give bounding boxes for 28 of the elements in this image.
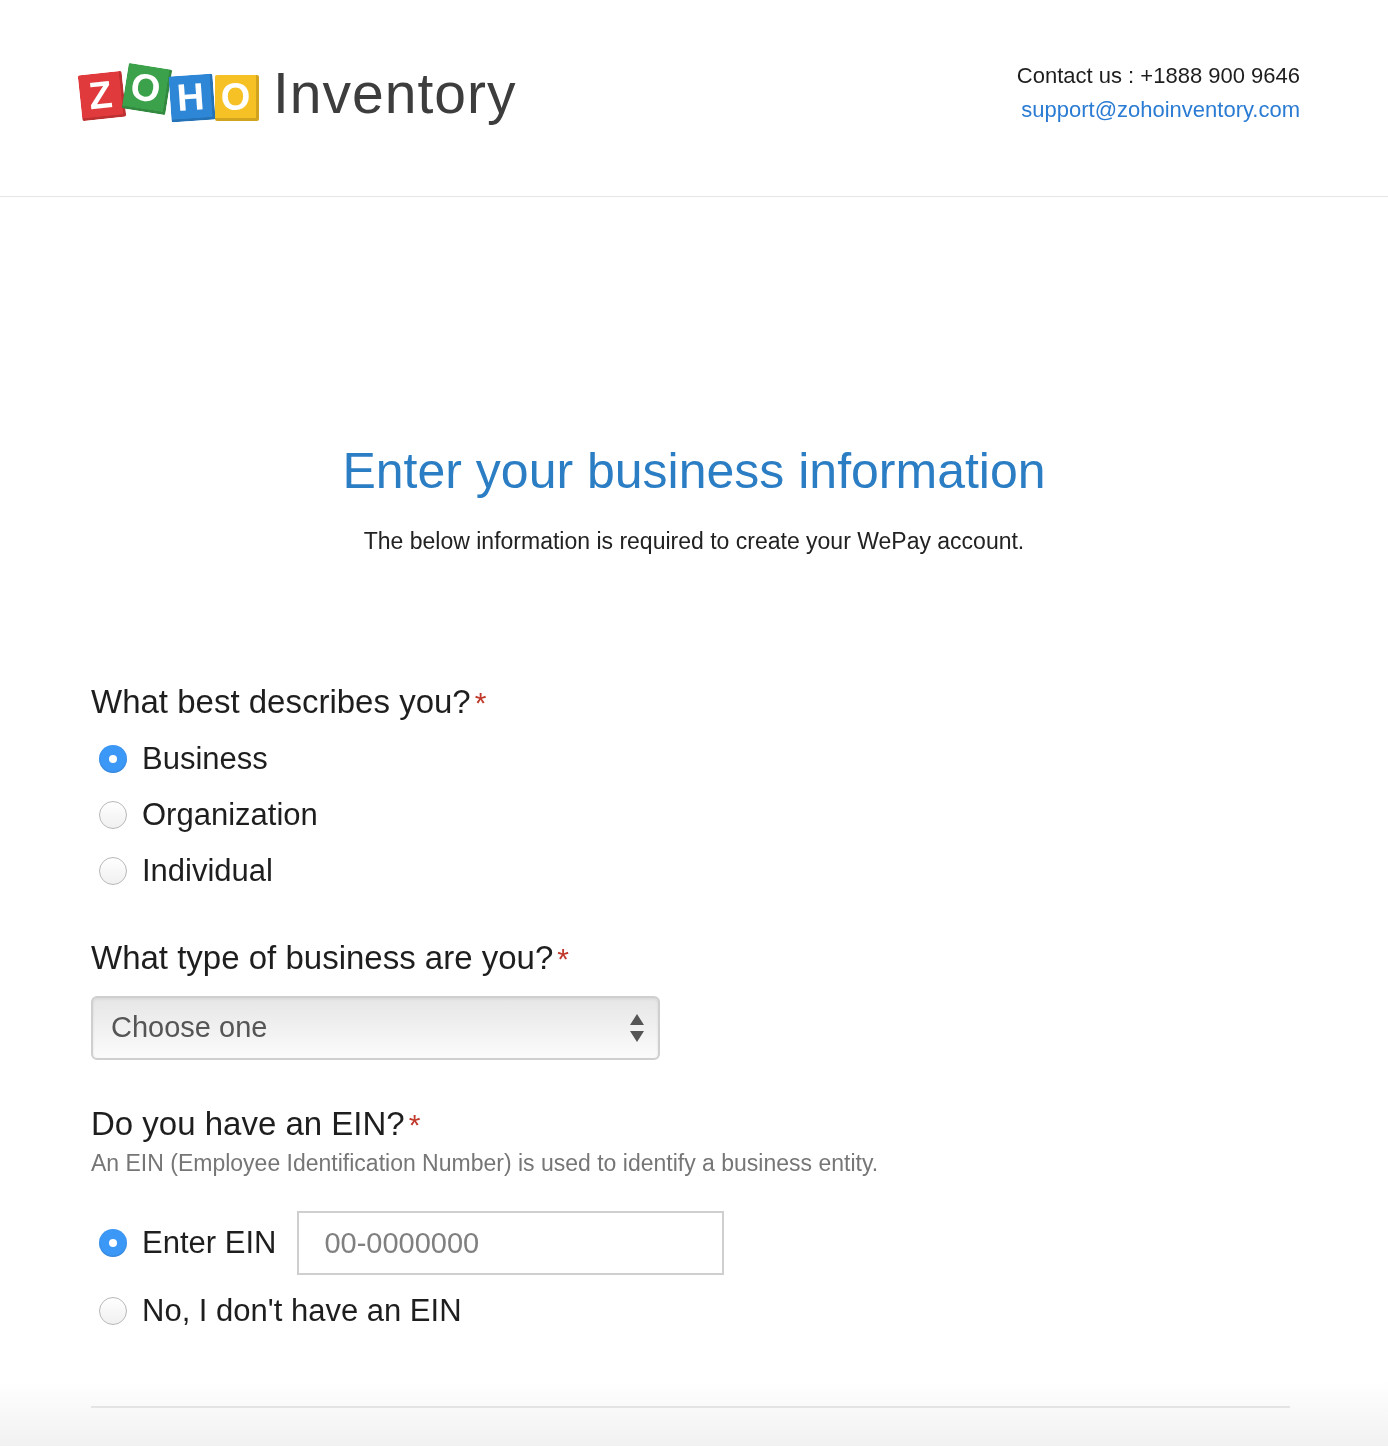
logo-letter-tile: H — [168, 73, 216, 123]
logo-letter-tile: O — [121, 62, 173, 116]
radio-button[interactable] — [99, 745, 127, 773]
page-title: Enter your business information — [341, 442, 1047, 501]
support-email-link[interactable]: support@zohoinventory.com — [1021, 93, 1300, 127]
radio-button[interactable] — [99, 801, 127, 829]
radio-label[interactable]: No, I don't have an EIN — [142, 1291, 462, 1331]
business-type-select[interactable]: Choose one — [91, 996, 660, 1060]
radio-label[interactable]: Business — [142, 739, 268, 779]
select-arrows-icon — [630, 1014, 644, 1042]
ein-input[interactable]: 00-0000000 — [297, 1211, 725, 1275]
help-text: An EIN (Employee Identification Number) is used to identify a business entity. — [91, 1149, 880, 1178]
radio-button[interactable] — [99, 1229, 127, 1257]
required-asterisk: * — [408, 1107, 421, 1143]
logo-letter-tile: O — [215, 75, 259, 121]
required-asterisk: * — [474, 685, 487, 721]
question-label: Do you have an EIN? — [91, 1104, 405, 1144]
radio-button[interactable] — [99, 857, 127, 885]
logo-letter-tile: Z — [77, 70, 127, 122]
question-label: What best describes you? — [91, 682, 471, 722]
question-label: What type of business are you? — [91, 938, 554, 978]
required-asterisk: * — [557, 941, 569, 977]
radio-label[interactable]: Individual — [142, 851, 273, 891]
radio-label[interactable]: Enter EIN — [142, 1223, 277, 1263]
radio-label[interactable]: Organization — [142, 795, 318, 835]
page-subtitle: The below information is required to create your WePay account. — [362, 527, 1026, 556]
contact-phone: Contact us : +1888 900 9646 — [1016, 62, 1300, 90]
radio-button[interactable] — [99, 1297, 127, 1325]
